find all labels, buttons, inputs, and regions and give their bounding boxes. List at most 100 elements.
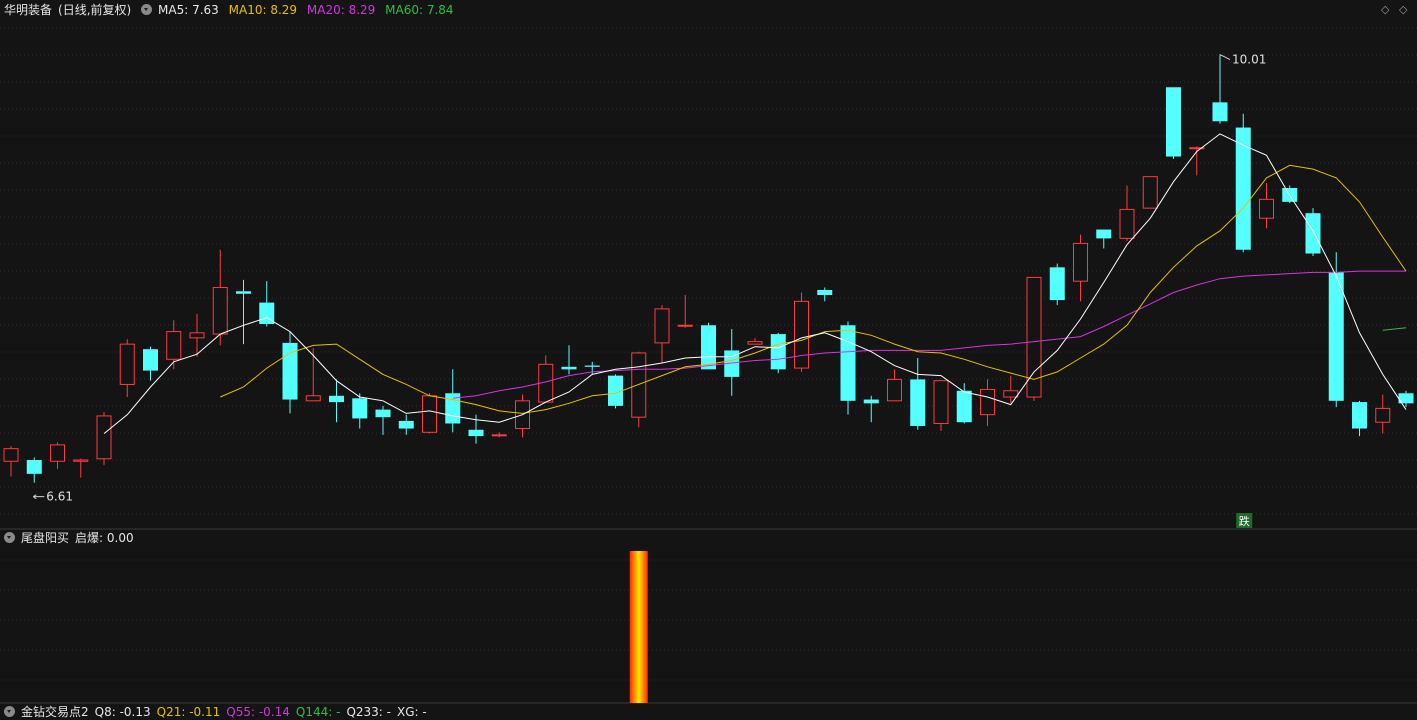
ma20-line	[452, 270, 1406, 399]
ma5-label: MA5: 7.63	[158, 3, 219, 17]
candle	[1189, 146, 1205, 176]
candle	[1398, 390, 1414, 408]
grid-lines	[0, 27, 1417, 515]
candle-body	[863, 399, 879, 404]
candle	[933, 380, 949, 432]
candle-body	[1352, 402, 1367, 429]
candle-body	[1305, 213, 1321, 254]
indicator1-title[interactable]: 尾盘阳买	[21, 531, 69, 545]
candle	[1026, 276, 1042, 401]
candle-body	[956, 390, 972, 423]
candle-body	[1049, 267, 1065, 301]
candle	[375, 405, 391, 435]
candle	[236, 279, 251, 345]
xg-label: XG: -	[396, 705, 427, 719]
indicator1-header: 尾盘阳买 启爆: 0.00	[4, 530, 140, 546]
ma20-label: MA20: 8.29	[306, 3, 376, 17]
candle	[1049, 263, 1065, 306]
ma60-label: MA60: 7.84	[385, 3, 454, 17]
candle-body	[1003, 390, 1019, 398]
candle-body	[817, 290, 833, 296]
candle	[910, 358, 926, 430]
candle-body	[561, 366, 577, 370]
indicator1-value: 启爆: 0.00	[75, 531, 134, 545]
candle-body	[329, 395, 344, 403]
candle-body	[701, 325, 716, 370]
candle-body	[631, 352, 647, 418]
candle	[701, 322, 716, 370]
candle	[3, 446, 19, 477]
candle	[329, 379, 344, 423]
candle-body	[980, 388, 995, 416]
candle-body	[584, 365, 600, 367]
candle	[1305, 208, 1321, 256]
candle-body	[352, 398, 368, 419]
candle	[956, 383, 972, 424]
candle-body	[1142, 176, 1158, 209]
candle-body	[608, 375, 623, 406]
candle-body	[26, 460, 42, 474]
candle	[1375, 394, 1391, 434]
candle-body	[375, 409, 391, 418]
high-price-label: 10.01	[1232, 53, 1266, 67]
q21-label: Q21: -0.11	[156, 705, 221, 719]
candle	[1282, 185, 1298, 204]
candle-body	[96, 415, 112, 460]
candle-body	[770, 334, 786, 370]
candle-body	[491, 434, 507, 437]
candle-body	[1212, 102, 1228, 122]
candle-body	[50, 444, 65, 462]
candle	[398, 414, 414, 435]
candle-body	[189, 332, 205, 339]
candle-body	[398, 420, 414, 429]
indicator2-title[interactable]: 金钻交易点2	[21, 705, 89, 719]
candle	[1259, 182, 1274, 229]
candle	[73, 458, 89, 478]
candle	[538, 355, 554, 404]
candle-body	[910, 379, 926, 426]
candle	[1096, 229, 1112, 249]
candle-body	[305, 395, 321, 402]
collapse-toggle-icon[interactable]	[4, 532, 15, 543]
candle-body	[143, 349, 158, 371]
candle	[747, 337, 763, 345]
low-marker-arrow	[32, 494, 45, 500]
candle	[1166, 87, 1181, 160]
candle	[1352, 400, 1367, 437]
candle	[143, 346, 158, 381]
diamond-icon[interactable]: ◇	[1381, 3, 1389, 16]
candle	[770, 332, 786, 374]
candle	[50, 442, 65, 469]
candle	[96, 412, 112, 466]
candle	[561, 345, 577, 375]
q144-label: Q144: -	[295, 705, 341, 719]
candle	[1003, 375, 1019, 404]
indicator-bar	[629, 551, 648, 703]
signal-badge-label: 跌	[1239, 514, 1250, 528]
candle	[26, 457, 42, 483]
candle	[1235, 113, 1251, 253]
main-chart-header: 华明装备 (日线,前复权) MA5: 7.63 MA10: 8.29 MA20: …	[4, 2, 460, 18]
diamond-icon-2[interactable]: ◇	[1399, 3, 1407, 16]
candle-body	[422, 395, 437, 433]
candle-body	[166, 331, 182, 360]
candlesticks	[3, 54, 1414, 483]
stock-name[interactable]: 华明装备	[4, 3, 52, 17]
candle-body	[1235, 127, 1251, 250]
candle-body	[3, 448, 19, 462]
candle	[212, 249, 228, 346]
collapse-toggle-icon[interactable]	[141, 4, 153, 15]
chart-canvas[interactable]: 10.01 6.61 跌	[0, 0, 1417, 716]
q233-label: Q233: -	[346, 705, 391, 719]
ma10-label: MA10: 8.29	[228, 3, 298, 17]
period-label: (日线,前复权)	[58, 3, 132, 17]
q55-label: Q55: -0.14	[226, 705, 290, 719]
indicator-grid-lines	[0, 559, 1417, 681]
collapse-toggle-icon[interactable]	[4, 706, 15, 717]
candle-body	[840, 325, 856, 401]
candle	[817, 287, 833, 302]
ma5-line	[103, 133, 1407, 434]
candle	[631, 351, 647, 428]
candle	[980, 379, 995, 426]
candle	[282, 331, 298, 414]
